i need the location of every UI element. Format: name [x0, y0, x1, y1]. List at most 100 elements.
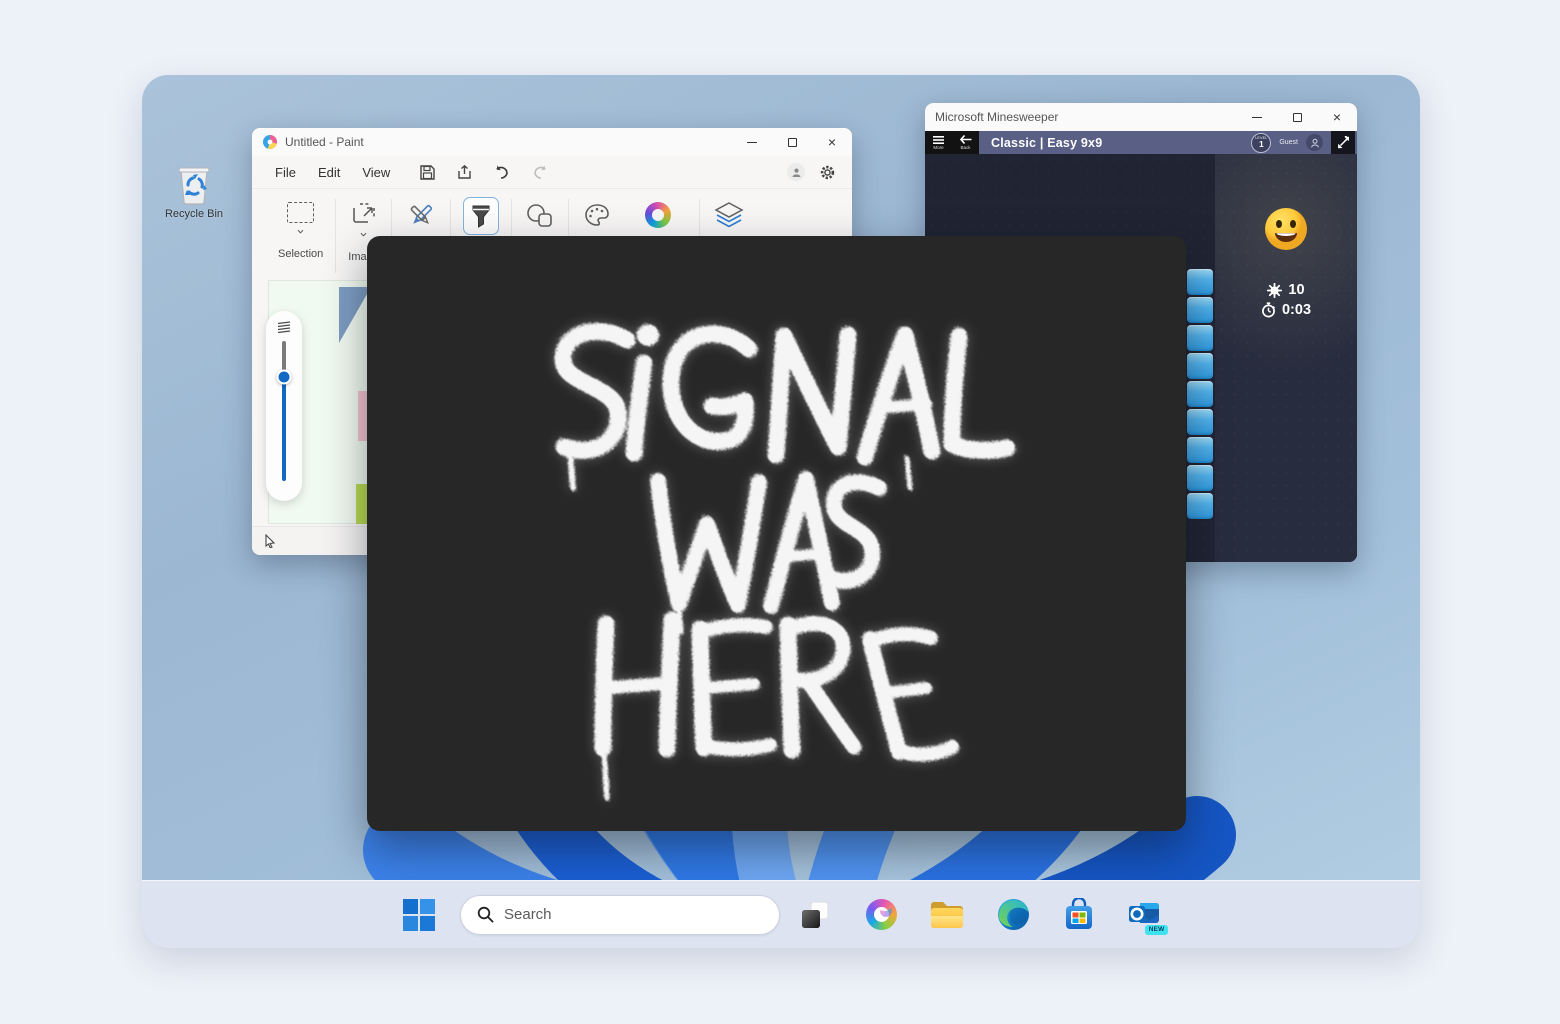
edge-icon	[997, 898, 1030, 931]
paint-menu-view[interactable]: View	[351, 161, 401, 184]
save-icon[interactable]	[419, 164, 436, 181]
chevron-down-icon	[297, 228, 304, 235]
edge-button[interactable]	[994, 896, 1032, 934]
paint-maximize-button[interactable]	[772, 128, 812, 156]
search-icon	[477, 906, 494, 923]
spray-tool-icon	[470, 203, 492, 229]
spray-density-icon	[276, 321, 292, 333]
timer: 0:03	[1261, 302, 1311, 318]
game-mode-title: Classic | Easy 9x9	[979, 131, 1102, 154]
tool-shapes[interactable]	[512, 197, 568, 231]
stopwatch-icon	[1261, 302, 1276, 318]
back-label: Back	[960, 145, 970, 150]
start-button[interactable]	[400, 896, 438, 934]
tool-layers[interactable]	[700, 197, 758, 232]
copilot-icon	[645, 202, 671, 228]
mine-counter: 10	[1267, 282, 1304, 298]
board-tile-hidden[interactable]	[1187, 269, 1213, 295]
outlook-button[interactable]: NEW	[1126, 896, 1164, 934]
copilot-button[interactable]	[862, 896, 900, 934]
selection-label: Selection	[278, 248, 323, 260]
layers-icon	[712, 200, 746, 232]
board-tile-hidden[interactable]	[1187, 493, 1213, 519]
redo-icon[interactable]	[531, 164, 549, 181]
shapes-icon	[524, 201, 556, 231]
board-right-column	[1187, 297, 1213, 519]
board-tile-hidden[interactable]	[1187, 409, 1213, 435]
chevron-down-icon	[360, 231, 367, 238]
tools-icon	[404, 199, 438, 233]
paint-close-button[interactable]: ×	[812, 128, 852, 156]
desktop: Recycle Bin Untitled - Paint × File Edit…	[142, 75, 1420, 948]
paint-menubar: File Edit View	[252, 156, 852, 188]
back-button[interactable]: Back	[952, 131, 979, 154]
image-icon	[350, 200, 378, 226]
task-view-icon	[799, 899, 831, 931]
outlook-new-badge: NEW	[1145, 925, 1168, 935]
selection-icon	[287, 202, 314, 223]
paint-app-icon	[262, 134, 278, 150]
microsoft-store-icon	[1063, 898, 1095, 931]
paint-titlebar[interactable]: Untitled - Paint ×	[252, 128, 852, 156]
board-tile-hidden[interactable]	[1187, 325, 1213, 351]
spray-size-slider[interactable]	[266, 311, 302, 501]
share-icon[interactable]	[456, 164, 473, 181]
fullscreen-button[interactable]	[1331, 131, 1355, 154]
settings-gear-icon[interactable]	[819, 164, 836, 181]
paint-window-title: Untitled - Paint	[285, 135, 364, 149]
mine-count-value: 10	[1288, 282, 1304, 298]
recycle-bin-label: Recycle Bin	[165, 208, 223, 220]
tool-copilot[interactable]	[625, 197, 683, 228]
minesweeper-toolbar: More Back Classic | Easy 9x9 LEVEL 1 Gue…	[925, 131, 1357, 154]
more-menu-button[interactable]: More	[925, 131, 952, 154]
minesweeper-side-panel: 10 0:03	[1215, 154, 1357, 562]
minesweeper-titlebar[interactable]: Microsoft Minesweeper ×	[925, 103, 1357, 131]
smiley-face-icon[interactable]	[1263, 206, 1309, 252]
minesweeper-window-title: Microsoft Minesweeper	[935, 110, 1058, 124]
taskbar-search[interactable]	[460, 895, 780, 935]
graffiti-overlay-window[interactable]: SIGNAL WAS HERE	[367, 236, 1186, 831]
tool-tools[interactable]	[392, 197, 450, 233]
timer-value: 0:03	[1282, 302, 1311, 318]
paint-minimize-button[interactable]	[732, 128, 772, 156]
minesweeper-minimize-button[interactable]	[1237, 103, 1277, 131]
board-tile-hidden[interactable]	[1187, 437, 1213, 463]
recycle-bin[interactable]: Recycle Bin	[156, 163, 232, 220]
undo-icon[interactable]	[493, 164, 511, 181]
level-value: 1	[1259, 140, 1264, 149]
graffiti-spray-art	[367, 236, 1186, 831]
level-badge[interactable]: LEVEL 1	[1251, 133, 1271, 153]
tool-spray-selected[interactable]	[451, 197, 511, 235]
minesweeper-close-button[interactable]: ×	[1317, 103, 1357, 131]
back-arrow-icon	[960, 135, 972, 144]
taskbar: NEW	[142, 880, 1420, 948]
fullscreen-arrow-icon	[1337, 136, 1350, 149]
file-explorer-icon	[929, 899, 965, 931]
cursor-icon	[264, 534, 276, 548]
account-icon[interactable]	[787, 163, 805, 181]
palette-icon	[581, 201, 613, 231]
minesweeper-maximize-button[interactable]	[1277, 103, 1317, 131]
more-label: More	[933, 145, 943, 150]
board-tile-hidden[interactable]	[1187, 297, 1213, 323]
task-view-button[interactable]	[796, 896, 834, 934]
tool-selection[interactable]: Selection	[266, 197, 335, 260]
copilot-icon	[866, 899, 897, 930]
paint-menu-file[interactable]: File	[264, 161, 307, 184]
board-tile-hidden[interactable]	[1187, 353, 1213, 379]
search-input[interactable]	[504, 906, 734, 923]
slider-thumb[interactable]	[277, 370, 292, 385]
user-avatar-icon[interactable]	[1306, 134, 1323, 151]
guest-label: Guest	[1279, 139, 1298, 146]
mine-icon	[1267, 283, 1282, 298]
file-explorer-button[interactable]	[928, 896, 966, 934]
board-tile-hidden[interactable]	[1187, 465, 1213, 491]
recycle-bin-icon	[175, 163, 213, 205]
paint-menu-edit[interactable]: Edit	[307, 161, 351, 184]
hamburger-icon	[933, 136, 944, 144]
windows-logo-icon	[402, 898, 436, 932]
board-tile-hidden[interactable]	[1187, 381, 1213, 407]
slider-track[interactable]	[282, 341, 286, 481]
microsoft-store-button[interactable]	[1060, 896, 1098, 934]
tool-palette[interactable]	[569, 197, 625, 231]
